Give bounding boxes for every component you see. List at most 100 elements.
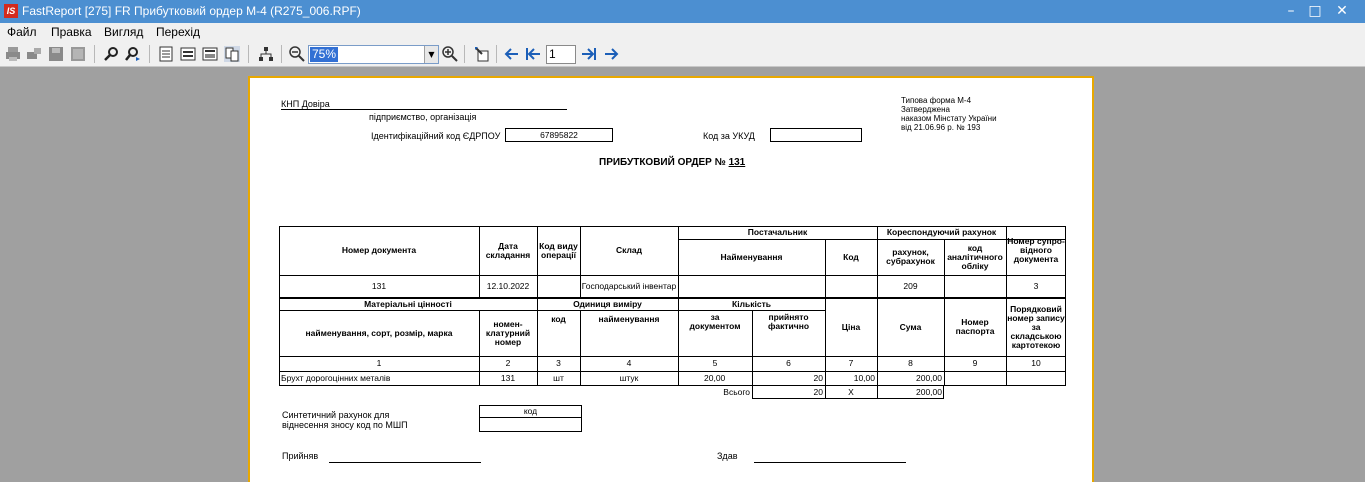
synthetic-code-value <box>479 417 582 432</box>
handed-signature-line <box>754 462 906 463</box>
col-number: 2 <box>505 358 511 368</box>
td-item-name: Брухт дорогоцінних металів <box>281 373 391 383</box>
th-seq: Порядковий номер запису за складською ка… <box>1007 303 1065 350</box>
title-bar: IS FastReport [275] FR Прибутковий ордер… <box>0 0 1365 23</box>
th-item-name: найменування, сорт, розмір, марка <box>305 327 453 338</box>
report-title: ПРИБУТКОВИЙ ОРДЕР № 131 <box>599 158 745 168</box>
find-next-icon[interactable] <box>125 46 141 62</box>
page-width-icon[interactable] <box>180 46 196 62</box>
col-number: 8 <box>908 358 913 368</box>
report-title-number: 131 <box>728 157 746 168</box>
received-label: Прийняв <box>282 451 319 461</box>
minimize-button[interactable]: – <box>1279 0 1303 23</box>
col-number: 4 <box>626 358 632 368</box>
menu-edit[interactable]: Правка <box>51 25 92 39</box>
th-quantity: Кількість <box>732 298 771 309</box>
th-unit-name: найменування <box>598 313 660 324</box>
td-qty-doc: 20,00 <box>704 373 726 383</box>
th-supplier-code: Код <box>843 251 859 262</box>
td-sum: 200,00 <box>916 373 942 383</box>
menu-bar: Файл Правка Вигляд Перехід <box>0 23 1365 42</box>
export-icon[interactable] <box>70 46 86 62</box>
ukud-label: Код за УКУД <box>703 131 755 141</box>
col-number: 6 <box>786 358 791 368</box>
td-analytic-code <box>944 275 1006 298</box>
total-qty-actual: 20 <box>813 387 823 397</box>
edrpou-value: 67895822 <box>505 128 613 142</box>
app-logo-icon: IS <box>4 4 18 18</box>
prev-page-icon[interactable] <box>504 46 520 62</box>
synthetic-label-2: віднесення зносу код по МШП <box>282 420 408 430</box>
toolbar-separator <box>248 45 249 63</box>
menu-navigate[interactable]: Перехід <box>156 25 200 39</box>
two-pages-icon[interactable] <box>224 46 240 62</box>
th-supplier: Постачальник <box>747 227 808 237</box>
col-number: 10 <box>1031 358 1041 368</box>
maximize-button[interactable]: □ <box>1303 0 1327 23</box>
zoom-out-icon[interactable] <box>289 46 305 62</box>
org-name: КНП Довіра <box>281 99 330 109</box>
toolbar-separator <box>496 45 497 63</box>
td-op-code <box>537 275 580 298</box>
menu-file[interactable]: Файл <box>7 25 37 39</box>
total-price: Х <box>848 387 854 397</box>
td-unit-code: шт <box>553 373 564 383</box>
first-page-icon[interactable] <box>525 46 541 62</box>
th-nomenclature: номен-клатурний номер <box>485 318 531 347</box>
th-account: рахунок, субрахунок <box>886 247 935 266</box>
th-corr-account: Кореспондуючий рахунок <box>886 227 997 237</box>
page-number-input[interactable]: 1 <box>546 45 576 64</box>
td-date: 12.10.2022 <box>486 281 530 291</box>
zoom-select[interactable]: 75% ▼ <box>308 45 439 64</box>
th-supplier-name: Найменування <box>720 251 783 262</box>
toolbar-separator <box>464 45 465 63</box>
handed-label: Здав <box>717 451 738 461</box>
toolbar: 75% ▼ 1 <box>0 42 1365 67</box>
th-doc-number: Номер документа <box>341 245 417 255</box>
toolbar-separator <box>149 45 150 63</box>
total-sum: 200,00 <box>916 387 942 397</box>
report-page: КНП Довіра підприємство, організація Іде… <box>248 76 1094 482</box>
td-accomp-doc: 3 <box>1033 281 1039 291</box>
org-underline <box>281 109 567 110</box>
form-info-1: Типова форма М-4 <box>901 96 972 105</box>
form-info-4: від 21.06.96 р. № 193 <box>901 123 981 132</box>
chevron-down-icon[interactable]: ▼ <box>424 46 438 63</box>
th-op-code: Код виду операції <box>539 240 578 260</box>
menu-view[interactable]: Вигляд <box>104 25 143 39</box>
th-valuables: Матеріальні цінності <box>364 298 452 309</box>
th-qty-doc: за документом <box>689 312 741 331</box>
td-supplier-name <box>678 275 825 298</box>
one-page-icon[interactable] <box>202 46 218 62</box>
report-title-prefix: ПРИБУТКОВИЙ ОРДЕР № <box>599 157 726 168</box>
received-signature-line <box>329 462 481 463</box>
td-seq <box>1006 371 1066 386</box>
synthetic-label-1: Синтетичний рахунок для <box>282 410 390 420</box>
org-caption: підприємство, організація <box>369 112 477 122</box>
close-button[interactable]: ✕ <box>1330 0 1354 23</box>
th-sum: Сума <box>899 321 922 332</box>
col-number: 5 <box>712 358 718 368</box>
td-unit-name: штук <box>619 373 639 383</box>
form-info-2: Затверджена <box>901 105 950 114</box>
outline-icon[interactable] <box>258 46 274 62</box>
next-page-icon[interactable] <box>603 46 619 62</box>
th-unit: Одиниця виміру <box>573 298 642 309</box>
find-icon[interactable] <box>104 46 120 62</box>
print-setup-icon[interactable] <box>26 46 42 62</box>
th-unit-code: код <box>551 313 566 324</box>
zoom-value: 75% <box>310 47 339 62</box>
th-passport: Номер паспорта <box>955 317 995 336</box>
total-label: Всього <box>723 387 750 397</box>
window-title: FastReport [275] FR Прибутковий ордер М-… <box>22 4 361 18</box>
edrpou-label: Ідентифікаційний код ЄДРПОУ <box>371 131 501 141</box>
col-number: 9 <box>972 358 978 368</box>
save-icon[interactable] <box>48 46 64 62</box>
print-icon[interactable] <box>5 46 21 62</box>
page-view-icon[interactable] <box>158 46 174 62</box>
edit-icon[interactable] <box>474 46 490 62</box>
td-supplier-code <box>825 275 877 298</box>
last-page-icon[interactable] <box>581 46 597 62</box>
zoom-in-icon[interactable] <box>442 46 458 62</box>
td-nomenclature: 131 <box>500 373 516 383</box>
